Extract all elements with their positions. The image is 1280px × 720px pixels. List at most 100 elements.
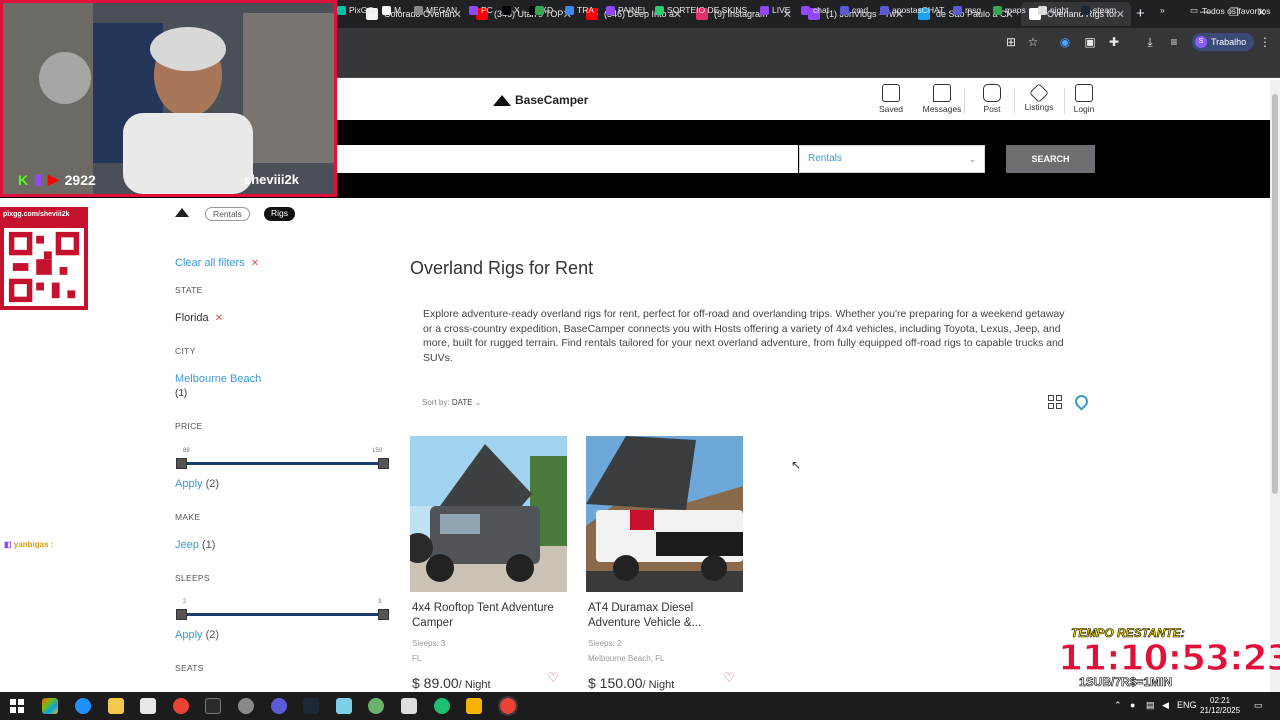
menu-kebab-icon[interactable]: ⋮ <box>1258 35 1272 49</box>
bookmark-megan[interactable]: MEGAN <box>414 5 457 15</box>
listing-card[interactable]: AT4 Duramax Diesel Adventure Vehicle &..… <box>586 436 743 692</box>
bookmark-d[interactable]: D <box>535 5 553 15</box>
price-apply-button[interactable]: Apply (2) <box>175 478 219 490</box>
bookmark-m[interactable]: M <box>382 5 401 15</box>
youtube-icon: ▶ <box>47 171 59 187</box>
listing-photo[interactable] <box>586 436 743 592</box>
favorite-heart-icon[interactable]: ♡ <box>547 670 559 686</box>
clear-all-filters-link[interactable]: Clear all filters ✕ <box>175 257 259 269</box>
nav-messages[interactable]: Messages <box>920 84 964 114</box>
bookmark-night[interactable]: night <box>1038 5 1068 15</box>
new-tab-button[interactable]: + <box>1136 5 1145 22</box>
nav-login[interactable]: Login <box>1062 84 1106 114</box>
edge-icon[interactable] <box>75 698 91 714</box>
translate-icon[interactable]: ⊞ <box>1004 35 1018 49</box>
price-slider-min-handle[interactable] <box>176 458 187 469</box>
bookmark-maps[interactable]: maps <box>993 5 1026 15</box>
breadcrumb-rentals[interactable]: Rentals <box>205 207 250 221</box>
breadcrumb-rigs[interactable]: Rigs <box>264 207 296 221</box>
microphone-icon[interactable]: ● <box>1130 700 1135 710</box>
app-icon[interactable] <box>205 698 221 714</box>
price-slider-max-handle[interactable] <box>378 458 389 469</box>
close-icon[interactable]: ✕ <box>1116 8 1125 21</box>
all-favorites-folder[interactable]: ▭ Todos os favoritos <box>1190 5 1271 16</box>
obs-icon[interactable] <box>271 698 287 714</box>
bookmark-x-1[interactable]: X <box>502 5 520 15</box>
basecamper-logo[interactable]: BaseCamper <box>493 93 588 107</box>
price-slider-track[interactable] <box>180 462 384 465</box>
store-icon[interactable] <box>140 698 156 714</box>
scrollbar-thumb[interactable] <box>1272 94 1278 494</box>
chrome-active-icon[interactable] <box>498 696 518 716</box>
bookmark-tra[interactable]: TRA <box>565 5 594 15</box>
filter-make-option[interactable]: Jeep (1) <box>175 539 215 551</box>
category-select[interactable]: Rentals ⌄ <box>799 145 985 173</box>
listing-photo[interactable] <box>410 436 567 592</box>
moon-icon <box>1038 5 1047 15</box>
download-icon[interactable]: ⤓ <box>1143 35 1157 49</box>
sort-dropdown[interactable]: Sort by: DATE ⌄ <box>422 398 482 407</box>
app-icon[interactable] <box>368 698 384 714</box>
listing-card[interactable]: 4x4 Rooftop Tent Adventure Camper Sleeps… <box>410 436 567 692</box>
bookmark-live[interactable]: LIVE <box>760 5 790 15</box>
nav-listings[interactable]: Listings <box>1017 83 1061 112</box>
bookmark-pc[interactable]: PC <box>469 5 493 15</box>
filter-heading-sleeps: SLEEPS <box>175 573 210 583</box>
globe-icon <box>953 5 962 15</box>
filter-state-chip[interactable]: Florida ✕ <box>175 312 223 324</box>
viewer-count: K ▮ ▶ 2922 <box>18 171 96 188</box>
profile-button[interactable]: S Trabalho <box>1192 33 1255 51</box>
language-indicator[interactable]: ENG <box>1177 700 1197 710</box>
pixgg-icon <box>337 5 346 15</box>
nav-saved[interactable]: Saved <box>869 84 913 114</box>
network-icon[interactable]: ▤ <box>1146 700 1155 711</box>
grid-view-icon[interactable] <box>1048 395 1062 409</box>
extension-icon[interactable]: ◉ <box>1058 35 1072 49</box>
chevron-down-icon: ⌄ <box>474 398 482 407</box>
listing-title[interactable]: AT4 Duramax Diesel Adventure Vehicle &..… <box>586 601 743 631</box>
settings-gear-icon[interactable] <box>238 698 254 714</box>
bookmark-apostaschat[interactable]: apostasCHAT <box>880 5 944 15</box>
calculator-icon[interactable] <box>401 698 417 714</box>
remove-icon[interactable]: ✕ <box>215 313 223 324</box>
system-clock[interactable]: 02:21 21/12/2025 <box>1200 696 1240 716</box>
globe-icon <box>880 5 889 15</box>
star-icon[interactable]: ☆ <box>1026 35 1040 49</box>
app-icon[interactable] <box>466 698 482 714</box>
file-explorer-icon[interactable] <box>108 698 124 714</box>
windows-start-icon[interactable] <box>10 699 24 713</box>
sleeps-apply-button[interactable]: Apply (2) <box>175 629 219 641</box>
nav-divider <box>1014 88 1015 114</box>
bookmark-pixgg[interactable]: PixGG <box>337 5 374 15</box>
cast-icon[interactable]: ▣ <box>1083 35 1097 49</box>
sleeps-slider-max-handle[interactable] <box>378 609 389 620</box>
puzzle-icon[interactable]: ✚ <box>1107 35 1121 49</box>
bookmark-steam[interactable]: steam <box>1081 5 1116 15</box>
reading-list-icon[interactable]: ≡ <box>1167 35 1181 49</box>
nav-post[interactable]: Post <box>970 84 1014 114</box>
bookmark-sorteio[interactable]: SORTEIO DE SKINS... <box>655 5 754 15</box>
bookmarks-overflow-button[interactable]: » <box>1160 5 1165 15</box>
filter-city-option[interactable]: Melbourne Beach <box>175 373 261 385</box>
steam-icon[interactable] <box>303 698 319 714</box>
notification-icon[interactable]: ▭ <box>1254 700 1263 711</box>
home-mountain-icon[interactable] <box>175 208 189 217</box>
bookmark-chat[interactable]: chat <box>801 5 829 15</box>
app-icon[interactable] <box>434 698 450 714</box>
notepad-icon[interactable] <box>336 698 352 714</box>
search-input[interactable] <box>334 145 798 173</box>
bookmark-msg[interactable]: msg <box>953 5 981 15</box>
bookmark-painel[interactable]: PAINEL <box>606 5 648 15</box>
sleeps-slider-min-handle[interactable] <box>176 609 187 620</box>
search-button[interactable]: SEARCH <box>1006 145 1095 173</box>
map-pin-icon[interactable] <box>1072 392 1091 411</box>
tray-chevron-icon[interactable]: ⌃ <box>1114 700 1122 711</box>
globe-icon <box>414 5 423 15</box>
favorite-heart-icon[interactable]: ♡ <box>723 670 735 686</box>
bookmark-cmd[interactable]: cmd <box>840 5 868 15</box>
sleeps-slider-track[interactable] <box>180 613 384 616</box>
chrome-icon[interactable] <box>173 698 189 714</box>
volume-icon[interactable]: ◀ <box>1162 700 1169 711</box>
listing-title[interactable]: 4x4 Rooftop Tent Adventure Camper <box>410 601 567 631</box>
copilot-icon[interactable] <box>42 698 58 714</box>
